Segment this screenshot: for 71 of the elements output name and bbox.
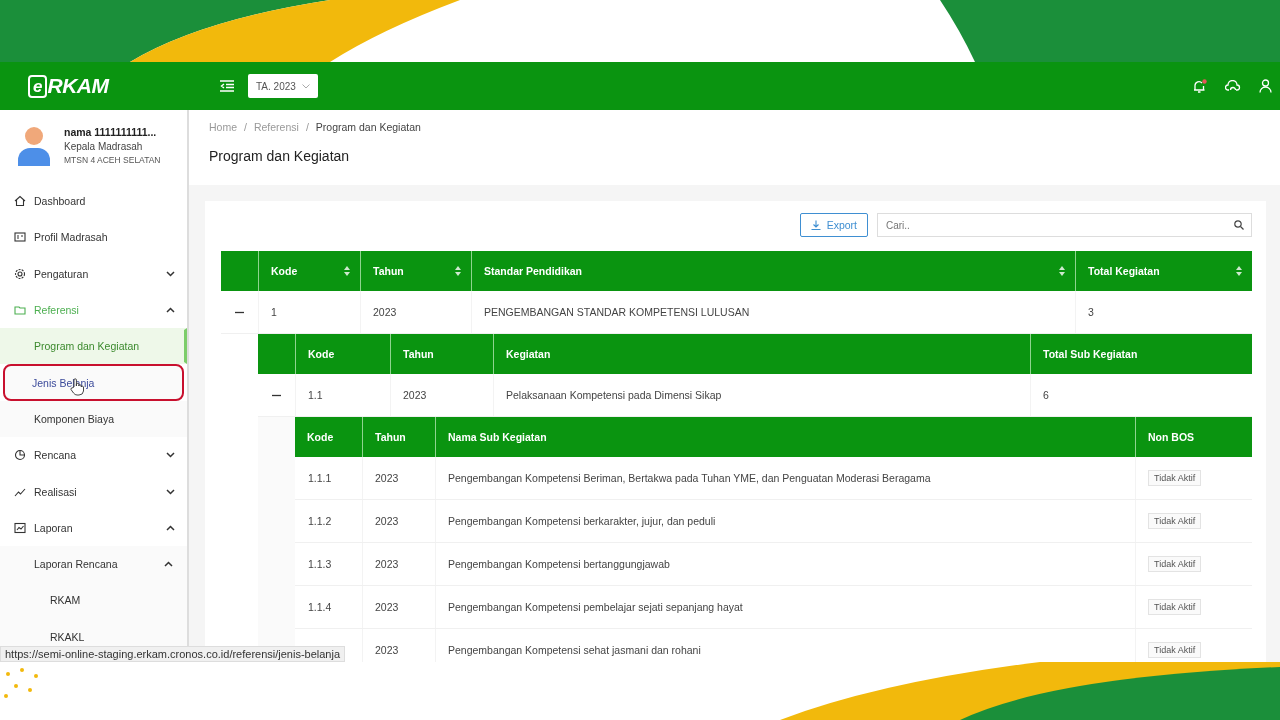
download-icon <box>810 220 821 230</box>
avatar <box>16 126 52 166</box>
menu-item[interactable]: Pengaturan <box>0 255 187 292</box>
breadcrumb-separator: / <box>305 121 309 133</box>
table-cell: 6 <box>1030 374 1252 416</box>
table-cell: 2023 <box>362 500 435 542</box>
status-url-tooltip: https://semi-online-staging.erkam.cronos.co.id/referensi/jenis-belanja <box>0 646 346 662</box>
year-dropdown[interactable]: TA. 2023 <box>248 74 318 98</box>
table-cell: Pengembangan Kompetensi berkarakter, jujur, dan peduli <box>435 500 1135 542</box>
submenu-item[interactable]: Laporan Rencana <box>0 545 187 583</box>
chevron-down-icon <box>166 488 175 495</box>
cloud-icon[interactable] <box>1225 79 1241 93</box>
table-cell: Pengembangan Kompetensi Beriman, Bertakwa pada Tuhan YME, dan Penguatan Moderasi Beragama <box>435 457 1135 499</box>
search-icon[interactable] <box>1234 220 1244 230</box>
chevron-up-icon <box>166 524 175 531</box>
sort-icon[interactable] <box>1059 266 1065 276</box>
submenu-item[interactable]: Komponen Biaya <box>0 400 187 438</box>
table-cell: 2023 <box>362 543 435 585</box>
id-card-icon <box>14 231 26 244</box>
notification-bell-icon[interactable] <box>1193 78 1207 94</box>
table-cell: Pengembangan Kompetensi bertanggungjawab <box>435 543 1135 585</box>
chevron-down-icon <box>166 270 175 277</box>
menu-item[interactable]: Rencana <box>0 437 187 474</box>
sort-icon[interactable] <box>1236 266 1242 276</box>
menu-item[interactable]: Laporan <box>0 509 187 546</box>
table-cell: Pelaksanaan Kompetensi pada Dimensi Sikap <box>493 374 1030 416</box>
pie-chart-icon <box>14 449 26 462</box>
status-tag: Tidak Aktif <box>1148 642 1202 658</box>
table-cell: Pengembangan Kompetensi pembelajar sejati sepanjang hayat <box>435 586 1135 628</box>
table-cell: 1 <box>258 291 360 333</box>
user-icon[interactable] <box>1259 79 1272 93</box>
home-icon <box>14 195 26 208</box>
table-cell: 2023 <box>362 586 435 628</box>
table-cell: PENGEMBANGAN STANDAR KOMPETENSI LULUSAN <box>471 291 1075 333</box>
sort-icon[interactable] <box>455 266 461 276</box>
settings-icon <box>14 267 26 280</box>
column-header: Kode <box>306 430 335 445</box>
table-cell: 1.1.2 <box>308 515 332 527</box>
menu-item[interactable]: Realisasi <box>0 473 187 510</box>
chevron-down-icon <box>166 452 175 459</box>
menu-item[interactable]: Profil Madrasah <box>0 219 187 256</box>
submenu-item[interactable]: RKAM <box>0 582 187 619</box>
caret-icon <box>301 83 310 89</box>
user-role: Kepala Madrasah <box>64 141 144 152</box>
breadcrumb-separator: / <box>244 121 247 133</box>
status-tag: Tidak Aktif <box>1148 556 1202 572</box>
status-tag: Tidak Aktif <box>1148 470 1202 486</box>
line-chart-icon <box>14 521 26 534</box>
folder-icon <box>14 304 26 317</box>
school-name: MTSN 4 ACEH SELATAN <box>64 155 161 165</box>
sort-icon[interactable] <box>344 266 350 276</box>
table-cell: 2023 <box>390 374 493 416</box>
table-cell: 1.1.4 <box>308 601 332 613</box>
menu-item[interactable]: Dashboard <box>0 183 187 220</box>
table-cell: 2023 <box>362 457 435 499</box>
logo: e RKAM <box>28 74 188 98</box>
menu-icon[interactable] <box>220 80 234 92</box>
table-cell: 2023 <box>360 291 471 333</box>
page-title: Program dan Kegiatan <box>209 148 351 164</box>
table-cell: 1.1.3 <box>308 558 332 570</box>
search-field[interactable]: Cari.. <box>877 213 1252 237</box>
chevron-up-icon <box>164 561 173 568</box>
chevron-up-icon <box>166 307 175 314</box>
table-cell: 3 <box>1075 291 1252 333</box>
export-button[interactable]: Export <box>799 213 868 237</box>
submenu-item[interactable]: Program dan Kegiatan <box>0 328 187 365</box>
status-tag: Tidak Aktif <box>1148 513 1202 529</box>
status-tag: Tidak Aktif <box>1148 599 1202 615</box>
table-cell: 1.1 <box>295 374 390 416</box>
user-name: nama 1111111111... <box>64 126 158 138</box>
table-cell: 1.1.1 <box>308 472 332 484</box>
